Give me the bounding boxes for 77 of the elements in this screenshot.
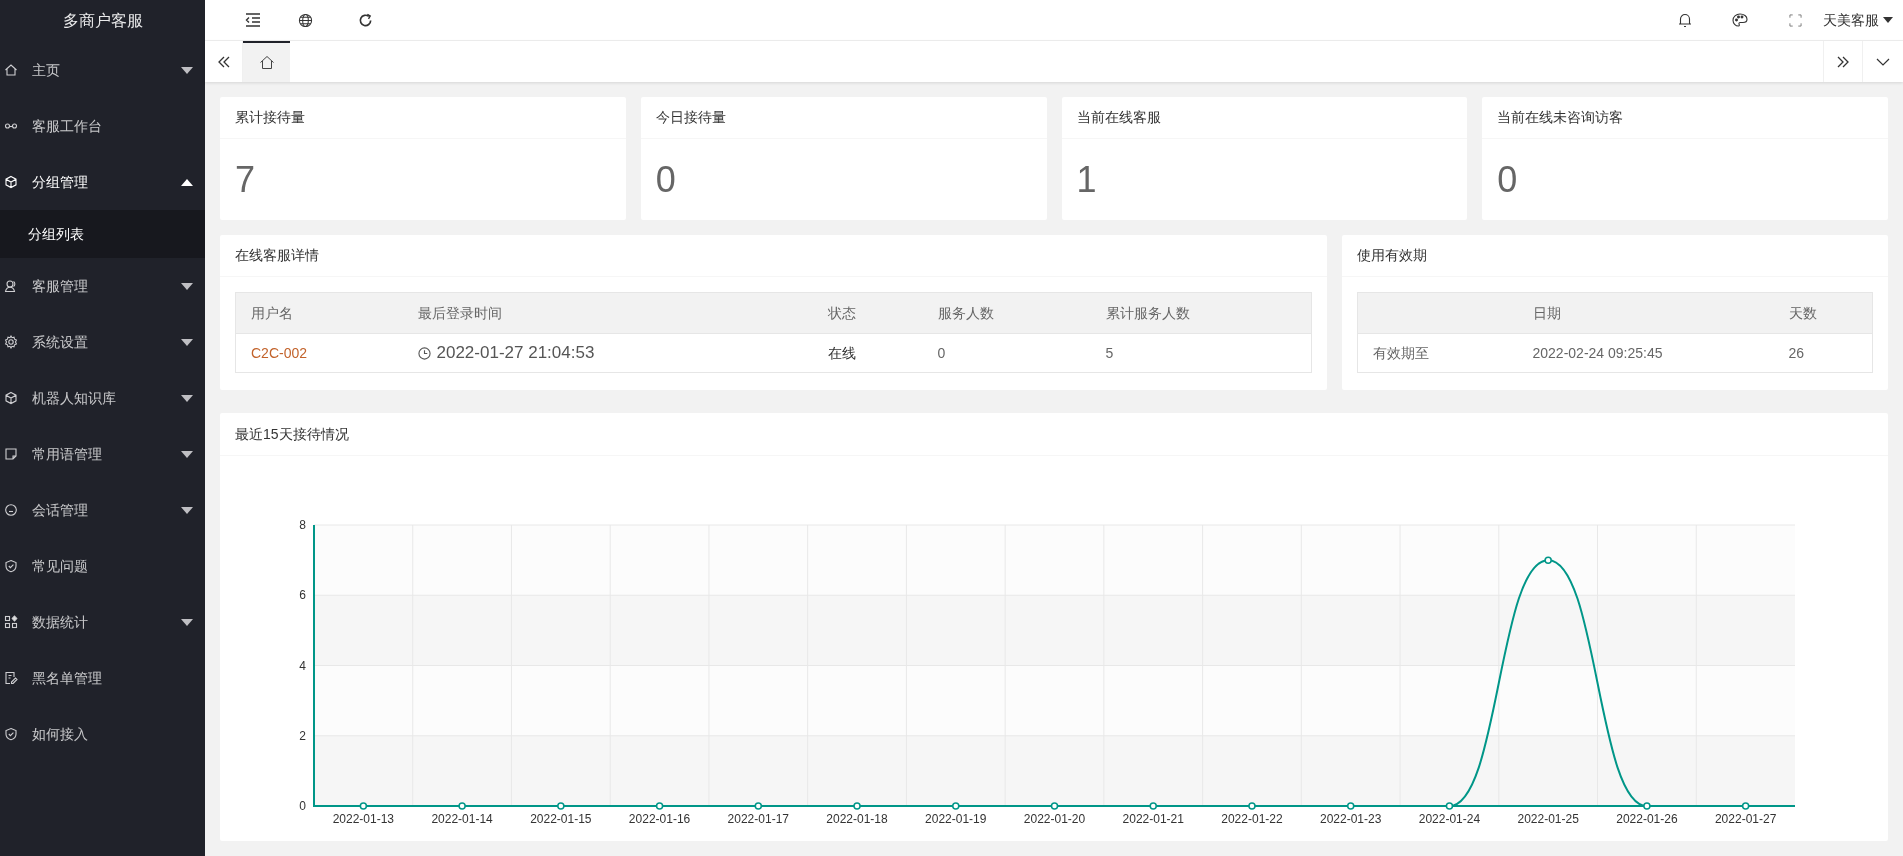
x-tick-label: 2022-01-19 [925, 812, 987, 826]
x-tick-label: 2022-01-15 [530, 812, 592, 826]
y-tick-label: 6 [299, 588, 306, 603]
caret-down-icon [1883, 17, 1893, 23]
panel-title: 最近15天接待情况 [220, 413, 1888, 456]
user-menu[interactable]: 天美客服 [1823, 0, 1893, 40]
app-title: 多商户客服 [61, 11, 144, 31]
column-header: 累计服务人数 [1090, 292, 1312, 334]
sidebar-item[interactable]: 分组管理 [0, 154, 205, 210]
x-tick-label: 2022-01-25 [1517, 812, 1579, 826]
column-header: 天数 [1773, 292, 1873, 334]
user-icon [4, 279, 18, 293]
x-tick-label: 2022-01-17 [727, 812, 789, 826]
cube-icon [4, 391, 18, 405]
x-tick-label: 2022-01-27 [1714, 812, 1777, 826]
stat-title: 今日接待量 [640, 97, 1047, 139]
stat-value: 0 [654, 157, 677, 202]
cube-icon [4, 175, 18, 189]
sidebar-item[interactable]: 会话管理 [0, 482, 205, 538]
stat-title: 累计接待量 [220, 97, 626, 139]
column-header: 用户名 [235, 292, 403, 334]
settings-icon [4, 335, 18, 349]
note-icon [4, 447, 18, 461]
x-tick-label: 2022-01-24 [1418, 812, 1481, 826]
sidebar-item[interactable]: 系统设置 [0, 314, 205, 370]
column-header: 服务人数 [922, 292, 1091, 334]
column-header: 日期 [1517, 292, 1774, 334]
x-tick-label: 2022-01-22 [1221, 812, 1283, 826]
x-tick-label: 2022-01-20 [1023, 812, 1086, 826]
x-tick-label: 2022-01-21 [1122, 812, 1184, 826]
x-tick-label: 2022-01-13 [332, 812, 395, 826]
stat-value: 0 [1496, 157, 1519, 202]
sidebar-item[interactable]: 客服管理 [0, 258, 205, 314]
sidebar-item[interactable]: 数据统计 [0, 594, 205, 650]
y-tick-label: 0 [299, 799, 306, 813]
table-cell: 26 [1788, 344, 1805, 361]
data-point [1544, 556, 1552, 564]
grid-icon [4, 615, 18, 629]
panel-title: 在线客服详情 [220, 235, 1327, 277]
panel-title: 使用有效期 [1342, 235, 1888, 277]
sidebar-item[interactable]: 黑名单管理 [0, 650, 205, 706]
username-link[interactable]: C2C-002 [251, 344, 308, 361]
table-cell: 在线 [827, 344, 856, 361]
x-tick-label: 2022-01-16 [628, 812, 691, 826]
chat-icon [4, 503, 18, 517]
table-cell: 0 [937, 344, 946, 361]
sidebar-item[interactable]: 主页 [0, 42, 205, 98]
sidebar-item[interactable]: 常用语管理 [0, 426, 205, 482]
table-cell: 有效期至 [1373, 344, 1429, 361]
sidebar-item[interactable]: 如何接入 [0, 706, 205, 762]
x-tick-label: 2022-01-14 [431, 812, 493, 826]
y-tick-label: 4 [299, 658, 306, 673]
stat-value: 1 [1075, 157, 1098, 202]
stat-value: 7 [234, 157, 257, 202]
table-cell: 5 [1105, 344, 1114, 361]
clock-icon [417, 346, 431, 360]
submenu-item[interactable]: 分组列表 [0, 210, 205, 258]
sidebar-item[interactable]: 常见问题 [0, 538, 205, 594]
login-time: 2022-01-27 21:04:53 [436, 342, 595, 365]
home-icon [4, 63, 18, 77]
home-icon [258, 55, 275, 70]
sidebar-item[interactable]: 机器人知识库 [0, 370, 205, 426]
edit-document-icon [4, 671, 18, 685]
column-header: 最后登录时间 [402, 292, 813, 334]
shield-icon [4, 559, 18, 573]
x-tick-label: 2022-01-26 [1616, 812, 1678, 826]
y-tick-label: 2 [299, 728, 306, 743]
stat-title: 当前在线客服 [1061, 97, 1468, 139]
stat-title: 当前在线未咨询访客 [1482, 97, 1888, 139]
shield-icon [4, 727, 18, 741]
x-tick-label: 2022-01-23 [1320, 812, 1382, 826]
sidebar-item[interactable]: 客服工作台 [0, 98, 205, 154]
y-tick-label: 8 [299, 518, 306, 532]
column-header: 状态 [812, 292, 923, 334]
home-tab[interactable] [243, 41, 290, 82]
table-cell: 2022-02-24 09:25:45 [1532, 344, 1663, 361]
x-tick-label: 2022-01-18 [826, 812, 888, 826]
